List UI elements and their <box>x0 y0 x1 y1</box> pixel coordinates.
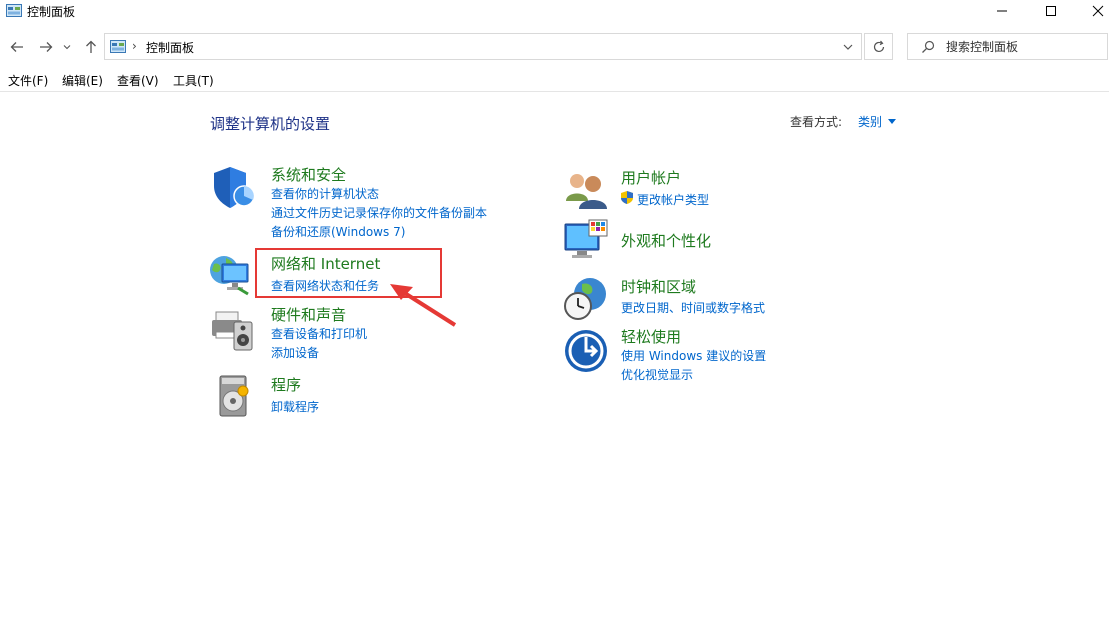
close-button[interactable] <box>1075 0 1109 22</box>
link-file-history[interactable]: 通过文件历史记录保存你的文件备份副本 <box>271 204 487 221</box>
link-change-account-type[interactable]: 更改帐户类型 <box>637 191 709 208</box>
forward-arrow-icon <box>40 42 53 52</box>
link-optimize-visual-display[interactable]: 优化视觉显示 <box>621 366 693 383</box>
control-panel-icon <box>6 4 22 17</box>
view-by-label: 查看方式: <box>790 115 843 129</box>
recent-locations-button[interactable] <box>61 38 73 56</box>
link-change-date-time-format[interactable]: 更改日期、时间或数字格式 <box>621 299 765 316</box>
link-uninstall-program[interactable]: 卸载程序 <box>271 398 319 415</box>
minimize-icon <box>997 10 1007 12</box>
refresh-icon <box>873 40 884 52</box>
address-dropdown-icon[interactable] <box>841 40 855 54</box>
navigation-bar: › 控制面板 <box>0 32 1109 62</box>
link-windows-recommended-settings[interactable]: 使用 Windows 建议的设置 <box>621 347 766 364</box>
menu-tools[interactable]: 工具(T) <box>173 72 214 89</box>
maximize-button[interactable] <box>1028 0 1074 22</box>
category-user-accounts[interactable]: 用户帐户 <box>621 167 681 188</box>
category-ease-of-access[interactable]: 轻松使用 <box>621 326 681 347</box>
breadcrumb-separator-icon[interactable]: › <box>132 39 137 53</box>
menu-file[interactable]: 文件(F) <box>8 72 48 89</box>
window-title: 控制面板 <box>27 5 76 19</box>
page-title: 调整计算机的设置 <box>210 115 331 133</box>
link-backup-restore[interactable]: 备份和还原(Windows 7) <box>271 223 405 240</box>
link-view-computer-status[interactable]: 查看你的计算机状态 <box>271 185 379 202</box>
menu-divider <box>0 91 1109 92</box>
uac-shield-icon <box>621 191 633 204</box>
menu-edit[interactable]: 编辑(E) <box>62 72 103 89</box>
breadcrumb[interactable]: 控制面板 <box>146 39 194 56</box>
up-button[interactable] <box>82 38 100 56</box>
address-bar[interactable]: › 控制面板 <box>104 33 862 60</box>
back-button[interactable] <box>8 38 26 56</box>
refresh-button[interactable] <box>864 33 893 60</box>
menu-view[interactable]: 查看(V) <box>117 72 159 89</box>
programs-icon[interactable] <box>212 374 258 420</box>
dropdown-caret-icon[interactable] <box>888 119 896 124</box>
search-icon <box>922 40 935 53</box>
network-globe-icon[interactable] <box>208 250 254 296</box>
clock-globe-icon[interactable] <box>562 276 608 322</box>
search-box[interactable] <box>907 33 1108 60</box>
user-accounts-icon[interactable] <box>563 167 609 213</box>
link-devices-printers[interactable]: 查看设备和打印机 <box>271 325 367 342</box>
category-hardware-sound[interactable]: 硬件和声音 <box>271 304 346 325</box>
ease-of-access-icon[interactable] <box>563 328 609 374</box>
view-by-dropdown[interactable]: 类别 <box>858 113 882 130</box>
security-shield-icon[interactable] <box>210 164 256 210</box>
title-bar: 控制面板 <box>0 0 1109 22</box>
category-clock-region[interactable]: 时钟和区域 <box>621 276 696 297</box>
link-add-device[interactable]: 添加设备 <box>271 344 319 361</box>
control-panel-icon <box>110 40 126 53</box>
category-programs[interactable]: 程序 <box>271 374 301 395</box>
annotation-arrow-icon <box>390 284 457 327</box>
minimize-button[interactable] <box>979 0 1025 22</box>
close-icon <box>1092 5 1104 17</box>
maximize-icon <box>1046 6 1056 16</box>
chevron-down-icon <box>63 45 71 50</box>
back-arrow-icon <box>10 42 23 52</box>
forward-button[interactable] <box>37 38 55 56</box>
category-system-security[interactable]: 系统和安全 <box>271 164 346 185</box>
up-arrow-icon <box>86 40 96 53</box>
search-input[interactable] <box>946 37 1096 56</box>
category-appearance-personalization[interactable]: 外观和个性化 <box>621 230 711 251</box>
appearance-monitor-icon[interactable] <box>563 218 609 264</box>
printer-speaker-icon[interactable] <box>210 306 256 352</box>
